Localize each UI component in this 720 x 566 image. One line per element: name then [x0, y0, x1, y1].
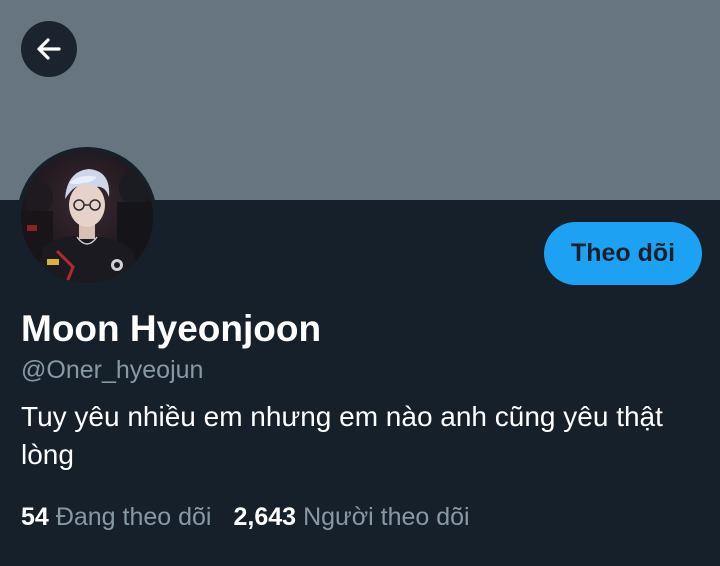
profile-bio: Tuy yêu nhiều em nhưng em nào anh cũng y… — [21, 401, 663, 470]
avatar[interactable] — [17, 147, 157, 287]
display-name: Moon Hyeonjoon — [21, 308, 322, 349]
followers-count: 2,643 — [233, 503, 297, 531]
following-count: 54 — [21, 503, 49, 531]
follow-button[interactable]: Theo dõi — [544, 222, 702, 285]
arrow-left-icon — [34, 34, 64, 64]
following-label: Đang theo dõi — [55, 503, 212, 531]
follow-stats: 54 Đang theo dõi 2,643 Người theo dõi — [21, 500, 492, 534]
followers-stat[interactable]: 2,643 Người theo dõi — [234, 500, 470, 534]
back-button[interactable] — [21, 21, 77, 77]
followers-label: Người theo dõi — [303, 503, 470, 531]
following-stat[interactable]: 54 Đang theo dõi — [21, 500, 212, 534]
user-handle: @Oner_hyeojun — [21, 356, 204, 384]
